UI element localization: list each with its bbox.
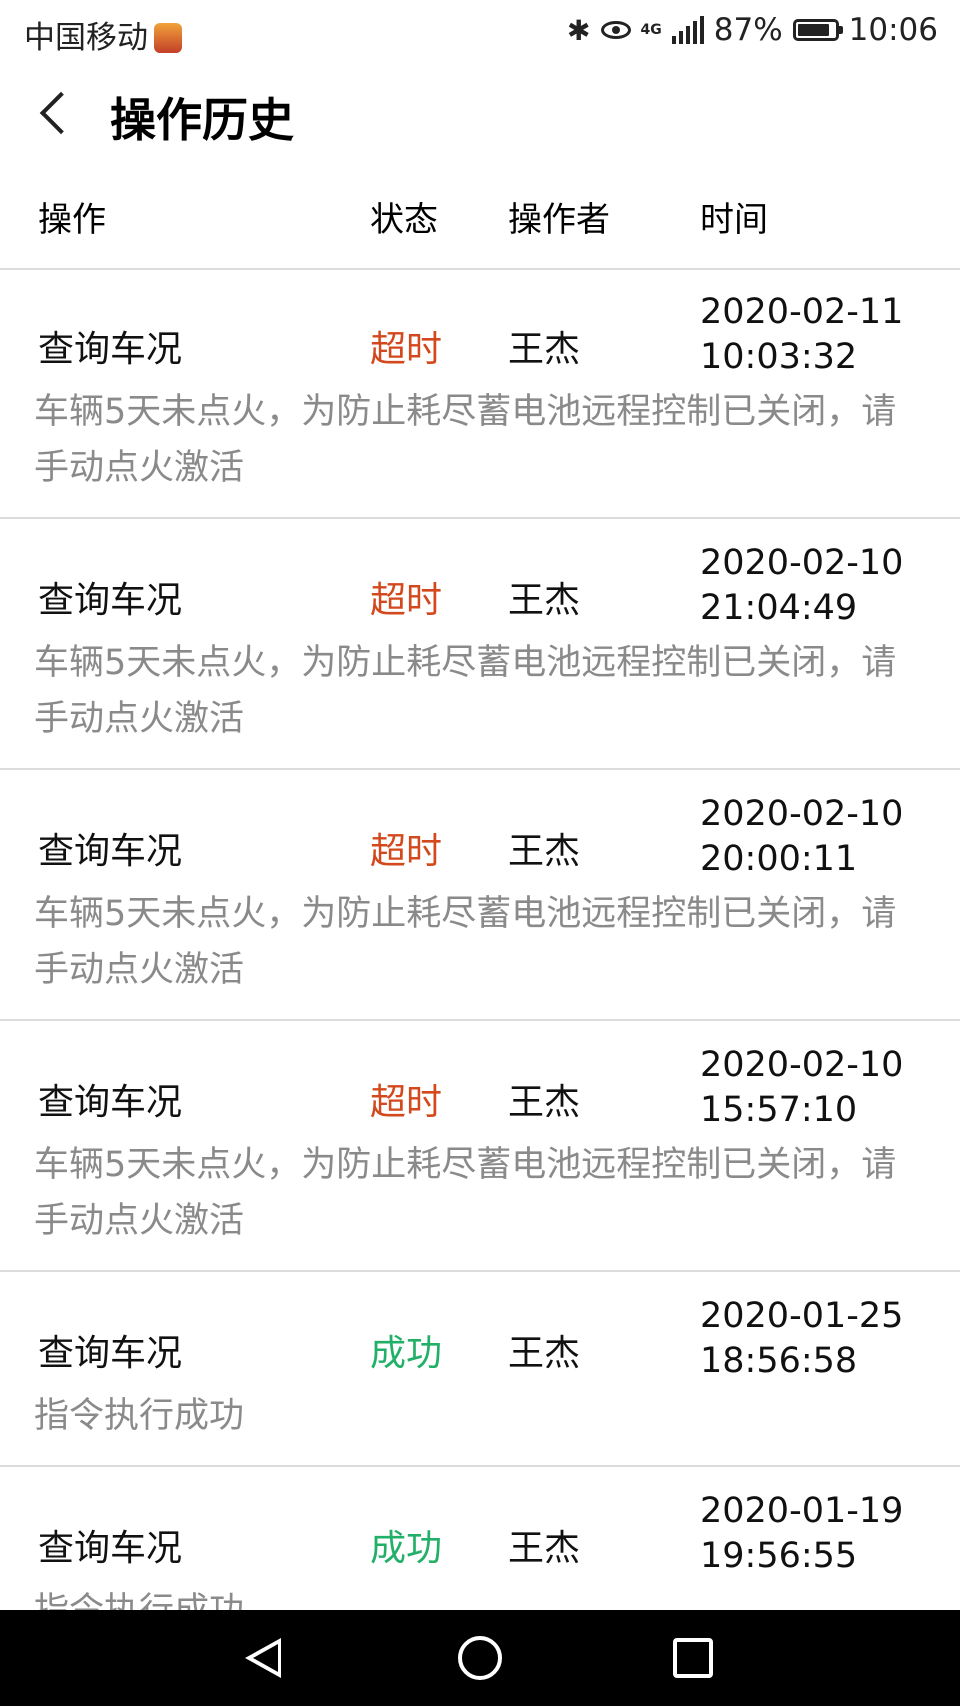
timestamp-clock: 20:00:11: [700, 839, 858, 879]
app-notification-icon: [154, 23, 182, 53]
status-badge: 成功: [370, 1528, 443, 1569]
history-row[interactable]: 查询车况 超时 王杰 2020-02-11 10:03:32 车辆5天未点火，为防…: [0, 268, 960, 519]
history-list[interactable]: 查询车况 超时 王杰 2020-02-11 10:03:32 车辆5天未点火，为防…: [0, 268, 960, 1610]
detail-message: 指令执行成功: [34, 1583, 914, 1610]
operator-name: 王杰: [508, 1082, 581, 1123]
nav-home-icon[interactable]: [458, 1636, 502, 1680]
timestamp-clock: 10:03:32: [700, 337, 858, 377]
timestamp-date: 2020-02-10: [700, 794, 904, 834]
status-badge: 超时: [370, 1082, 443, 1123]
operation-text: 查询车况: [38, 1082, 183, 1123]
column-header-operation: 操作: [38, 200, 106, 240]
nav-back-icon[interactable]: [245, 1638, 281, 1678]
operation-text: 查询车况: [38, 580, 183, 621]
operator-name: 王杰: [508, 831, 581, 872]
timestamp: 2020-01-25 18:56:58: [700, 1294, 940, 1384]
timestamp-clock: 18:56:58: [700, 1341, 858, 1381]
timestamp-date: 2020-01-25: [700, 1296, 904, 1336]
network-type-label: 4G: [640, 22, 662, 38]
table-header: 操作 状态 操作者 时间: [0, 164, 960, 270]
history-row[interactable]: 查询车况 超时 王杰 2020-02-10 15:57:10 车辆5天未点火，为防…: [0, 1021, 960, 1272]
detail-message: 车辆5天未点火，为防止耗尽蓄电池远程控制已关闭，请手动点火激活: [34, 894, 897, 990]
timestamp-clock: 15:57:10: [700, 1090, 858, 1130]
operation-text: 查询车况: [38, 1333, 183, 1374]
nav-recents-icon[interactable]: [673, 1638, 713, 1678]
detail-message: 车辆5天未点火，为防止耗尽蓄电池远程控制已关闭，请手动点火激活: [34, 392, 897, 488]
carrier-area: 中国移动: [24, 12, 182, 57]
operator-name: 王杰: [508, 1333, 581, 1374]
app-header: 操作历史: [0, 64, 960, 164]
column-header-time: 时间: [700, 200, 768, 240]
history-row[interactable]: 查询车况 超时 王杰 2020-02-10 21:04:49 车辆5天未点火，为防…: [0, 519, 960, 770]
carrier-name: 中国移动: [24, 20, 148, 56]
operation-text: 查询车况: [38, 1528, 183, 1569]
history-row[interactable]: 查询车况 成功 王杰 2020-01-19 19:56:55 指令执行成功: [0, 1467, 960, 1610]
timestamp-date: 2020-02-11: [700, 292, 904, 332]
timestamp-date: 2020-02-10: [700, 1045, 904, 1085]
detail-message: 车辆5天未点火，为防止耗尽蓄电池远程控制已关闭，请手动点火激活: [34, 643, 897, 739]
bluetooth-icon: ✱: [567, 13, 591, 47]
back-arrow-icon[interactable]: [36, 88, 72, 140]
status-indicators: ✱ 4G 87% 10:06: [567, 12, 938, 48]
timestamp-date: 2020-01-19: [700, 1491, 904, 1531]
status-badge: 超时: [370, 329, 443, 370]
battery-percent: 87%: [713, 12, 783, 48]
history-row[interactable]: 查询车况 超时 王杰 2020-02-10 20:00:11 车辆5天未点火，为防…: [0, 770, 960, 1021]
timestamp: 2020-02-10 21:04:49: [700, 541, 940, 631]
timestamp: 2020-01-19 19:56:55: [700, 1489, 940, 1579]
operator-name: 王杰: [508, 329, 581, 370]
eye-comfort-icon: [600, 21, 631, 39]
timestamp-clock: 19:56:55: [700, 1536, 858, 1576]
column-header-status: 状态: [370, 200, 438, 240]
timestamp: 2020-02-10 20:00:11: [700, 792, 940, 882]
page-title: 操作历史: [110, 93, 294, 147]
timestamp: 2020-02-10 15:57:10: [700, 1043, 940, 1133]
timestamp-date: 2020-02-10: [700, 543, 904, 583]
status-badge: 超时: [370, 831, 443, 872]
battery-icon: [792, 19, 843, 41]
detail-message: 车辆5天未点火，为防止耗尽蓄电池远程控制已关闭，请手动点火激活: [34, 1145, 897, 1241]
operator-name: 王杰: [508, 1528, 581, 1569]
column-header-operator: 操作者: [508, 200, 610, 240]
signal-icon: [671, 16, 704, 44]
operation-text: 查询车况: [38, 831, 183, 872]
system-navigation-bar: [0, 1610, 960, 1706]
detail-message: 指令执行成功: [34, 1396, 245, 1436]
timestamp-clock: 21:04:49: [700, 588, 858, 628]
history-row[interactable]: 查询车况 成功 王杰 2020-01-25 18:56:58 指令执行成功: [0, 1272, 960, 1467]
clock: 10:06: [848, 12, 938, 48]
status-bar: 中国移动 ✱ 4G 87% 10:06: [0, 0, 960, 64]
operator-name: 王杰: [508, 580, 581, 621]
status-badge: 超时: [370, 580, 443, 621]
operation-text: 查询车况: [38, 329, 183, 370]
timestamp: 2020-02-11 10:03:32: [700, 290, 940, 380]
status-badge: 成功: [370, 1333, 443, 1374]
